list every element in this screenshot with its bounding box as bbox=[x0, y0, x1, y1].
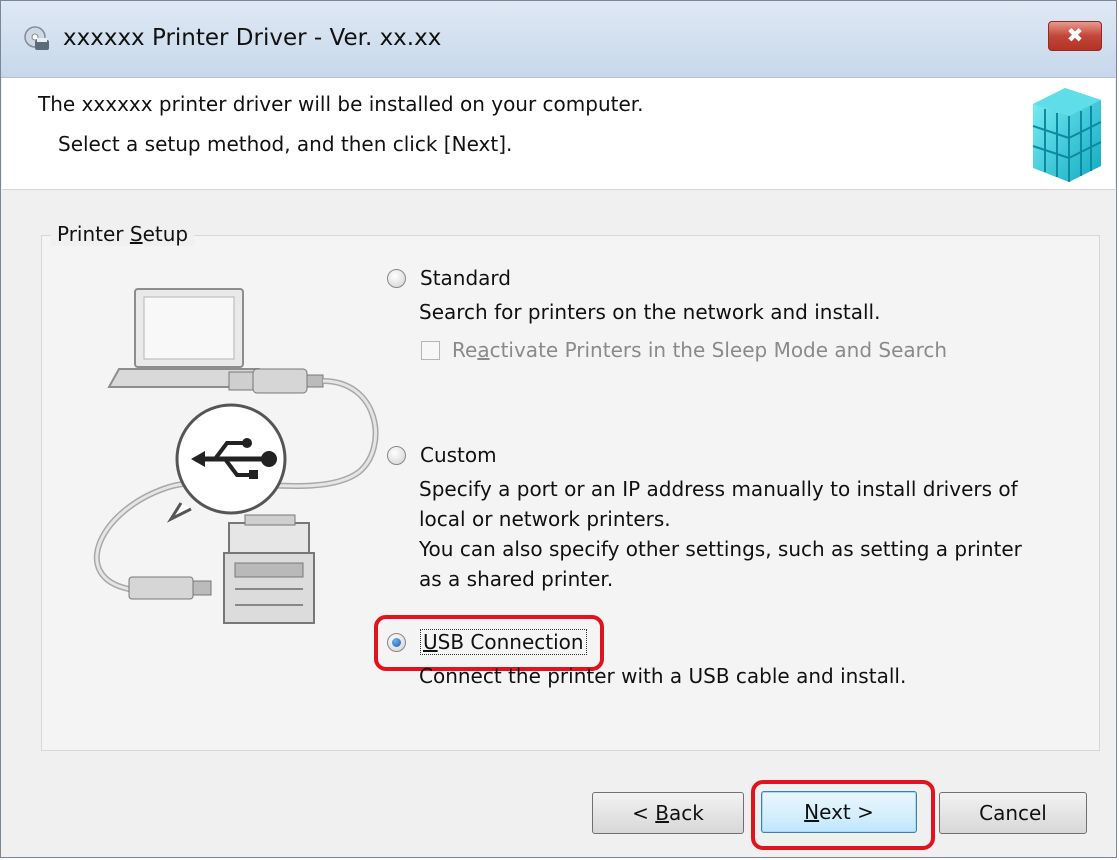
radio-standard-label: Standard bbox=[420, 266, 511, 290]
header-panel: The xxxxxx printer driver will be instal… bbox=[2, 78, 1115, 190]
back-label-accel: B bbox=[655, 801, 669, 825]
back-button[interactable]: < Back bbox=[592, 792, 744, 834]
printer-setup-title-prefix: Printer bbox=[57, 222, 130, 246]
close-button[interactable]: ✖ bbox=[1048, 21, 1102, 51]
reactivate-sleep-label: Reactivate Printers in the Sleep Mode an… bbox=[452, 338, 947, 362]
printer-setup-title: Printer Setup bbox=[51, 222, 195, 246]
next-button[interactable]: Next > bbox=[761, 791, 917, 833]
radio-custom[interactable]: Custom bbox=[387, 443, 497, 467]
usb-label-rest: SB Connection bbox=[437, 630, 584, 654]
package-cube-icon bbox=[1032, 88, 1102, 182]
radio-usb-label: USB Connection bbox=[420, 629, 587, 655]
radio-usb-button[interactable] bbox=[387, 632, 406, 652]
radio-custom-label: Custom bbox=[420, 443, 497, 467]
cancel-button[interactable]: Cancel bbox=[939, 792, 1087, 834]
installer-window: xxxxxx Printer Driver - Ver. xx.xx ✖ The… bbox=[0, 0, 1117, 858]
usb-description: Connect the printer with a USB cable and… bbox=[419, 664, 907, 688]
reactivate-label-accel: a bbox=[477, 338, 490, 362]
reactivate-sleep-checkbox[interactable]: Reactivate Printers in the Sleep Mode an… bbox=[421, 338, 947, 362]
usb-plug-icon bbox=[228, 368, 324, 394]
back-label-post: ack bbox=[669, 801, 704, 825]
reactivate-label-pre: Re bbox=[452, 338, 478, 362]
title-bar: xxxxxx Printer Driver - Ver. xx.xx ✖ bbox=[1, 1, 1116, 78]
printer-icon bbox=[223, 514, 315, 624]
next-label-post: ext > bbox=[819, 800, 874, 824]
close-icon: ✖ bbox=[1066, 23, 1084, 47]
radio-standard[interactable]: Standard bbox=[387, 266, 511, 290]
radio-usb-connection[interactable]: USB Connection bbox=[387, 629, 587, 655]
custom-description: Specify a port or an IP address manually… bbox=[419, 474, 1022, 594]
reactivate-sleep-checkbox-box[interactable] bbox=[421, 340, 440, 360]
usb-connection-illustration bbox=[94, 288, 379, 624]
custom-desc-line-2: local or network printers. bbox=[419, 507, 671, 531]
radio-custom-button[interactable] bbox=[387, 445, 406, 465]
usb-label-accel: U bbox=[423, 630, 438, 654]
next-label-accel: N bbox=[804, 800, 820, 824]
usb-symbol-icon bbox=[166, 403, 287, 523]
window-title: xxxxxx Printer Driver - Ver. xx.xx bbox=[63, 25, 442, 51]
header-line-2: Select a setup method, and then click [N… bbox=[58, 132, 513, 156]
header-line-1: The xxxxxx printer driver will be instal… bbox=[38, 92, 644, 116]
radio-standard-button[interactable] bbox=[387, 268, 406, 288]
custom-desc-line-1: Specify a port or an IP address manually… bbox=[419, 477, 1018, 501]
standard-description: Search for printers on the network and i… bbox=[419, 300, 881, 324]
custom-desc-line-4: as a shared printer. bbox=[419, 567, 614, 591]
reactivate-label-post: ctivate Printers in the Sleep Mode and S… bbox=[489, 338, 948, 362]
printer-cd-icon bbox=[24, 26, 49, 50]
printer-setup-title-suffix: etup bbox=[142, 222, 189, 246]
printer-setup-title-accel: S bbox=[129, 222, 143, 246]
back-label-pre: < bbox=[632, 801, 656, 825]
custom-desc-line-3: You can also specify other settings, suc… bbox=[419, 537, 1022, 561]
